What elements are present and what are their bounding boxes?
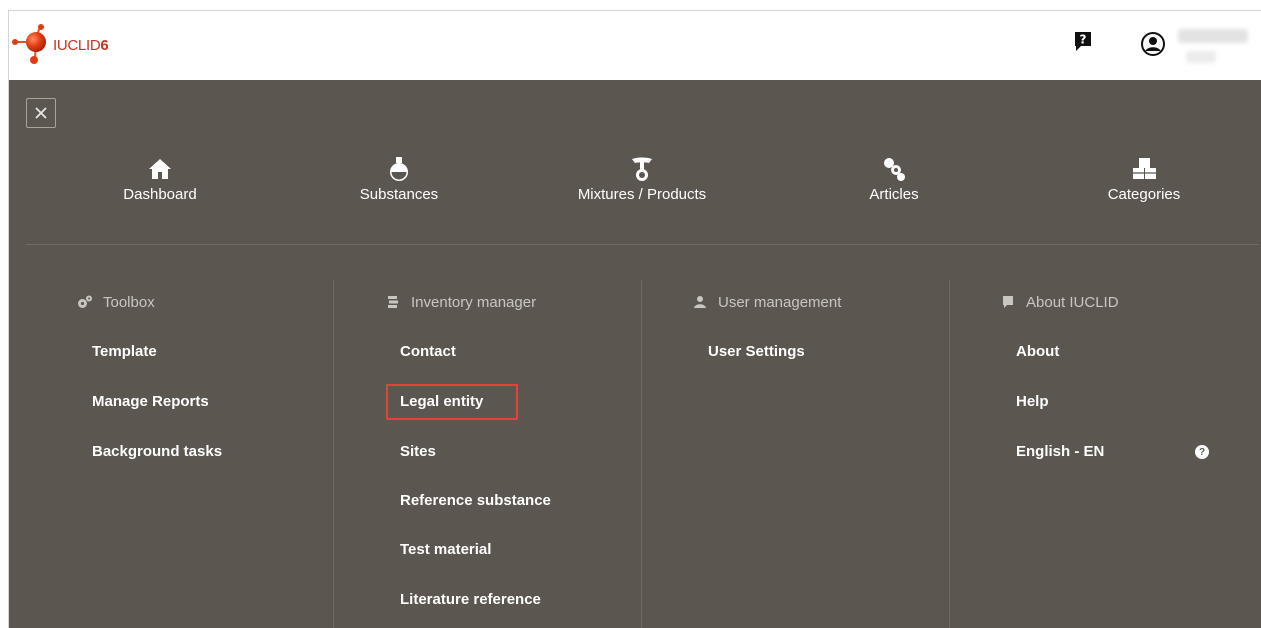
mixture-icon [632, 157, 652, 181]
nav-articles[interactable]: Articles [839, 156, 949, 216]
link-help[interactable]: Help [1016, 393, 1049, 410]
logo-molecule-icon [12, 24, 46, 64]
link-legal-entity[interactable]: Legal entity [400, 393, 483, 410]
svg-text:?: ? [1080, 33, 1087, 47]
categories-icon [1133, 158, 1156, 179]
close-icon[interactable] [26, 98, 56, 128]
link-manage-reports[interactable]: Manage Reports [92, 393, 209, 410]
toolbox-heading: Toolbox [77, 292, 155, 312]
menu-separator [26, 244, 1259, 245]
user-management-heading: User management [692, 292, 841, 312]
inventory-manager-heading: Inventory manager [385, 292, 536, 312]
link-contact[interactable]: Contact [400, 343, 456, 360]
iuclid-logo[interactable]: IUCLID6 [11, 23, 151, 69]
toolbox-section: Toolbox Template Manage Reports Backgrou… [9, 280, 333, 628]
stack-icon [385, 294, 401, 310]
about-iuclid-section: About IUCLID About Help English - EN ? [950, 280, 1261, 628]
user-management-heading-label: User management [718, 293, 842, 311]
nav-mixtures-products[interactable]: Mixtures / Products [557, 156, 727, 216]
question-circle-icon[interactable]: ? [1195, 445, 1209, 459]
nav-dashboard[interactable]: Dashboard [105, 156, 215, 216]
about-iuclid-heading-label: About IUCLID [1026, 293, 1119, 311]
nav-mixtures-products-label: Mixtures / Products [577, 186, 707, 203]
link-language[interactable]: English - EN [1016, 443, 1104, 460]
link-user-settings[interactable]: User Settings [708, 343, 805, 360]
nav-substances[interactable]: Substances [344, 156, 454, 216]
toolbox-heading-label: Toolbox [103, 293, 155, 311]
nav-categories-label: Categories [1107, 186, 1181, 203]
user-name-redacted [1178, 27, 1261, 69]
help-bubble-icon[interactable]: ? [1073, 31, 1093, 53]
nav-dashboard-label: Dashboard [123, 186, 197, 203]
link-sites[interactable]: Sites [400, 443, 436, 460]
nav-articles-label: Articles [869, 186, 919, 203]
home-icon [149, 159, 171, 179]
user-avatar-icon[interactable] [1140, 31, 1166, 57]
link-literature-reference[interactable]: Literature reference [400, 591, 541, 608]
info-bubble-icon [1000, 294, 1016, 310]
inventory-manager-heading-label: Inventory manager [411, 293, 537, 311]
inventory-manager-section: Inventory manager Contact Legal entity S… [334, 280, 641, 628]
user-icon [692, 294, 708, 310]
main-menu-panel: Dashboard Substances Mixtures / Products [9, 80, 1261, 628]
gears-icon [77, 294, 93, 310]
nav-categories[interactable]: Categories [1089, 156, 1199, 216]
link-template[interactable]: Template [92, 343, 157, 360]
link-background-tasks[interactable]: Background tasks [92, 443, 222, 460]
nav-substances-label: Substances [359, 186, 439, 203]
link-about[interactable]: About [1016, 343, 1059, 360]
about-iuclid-heading: About IUCLID [1000, 292, 1119, 312]
user-management-section: User management User Settings [642, 280, 949, 628]
top-bar: IUCLID6 ? [9, 11, 1261, 80]
link-test-material[interactable]: Test material [400, 541, 491, 558]
flask-icon [390, 157, 408, 181]
logo-text: IUCLID [53, 37, 101, 54]
logo-version: 6 [100, 37, 109, 54]
link-reference-substance[interactable]: Reference substance [400, 492, 551, 509]
articles-icon [884, 158, 905, 181]
app-window: IUCLID6 ? Dashboard Substances Mixtures … [8, 10, 1261, 628]
